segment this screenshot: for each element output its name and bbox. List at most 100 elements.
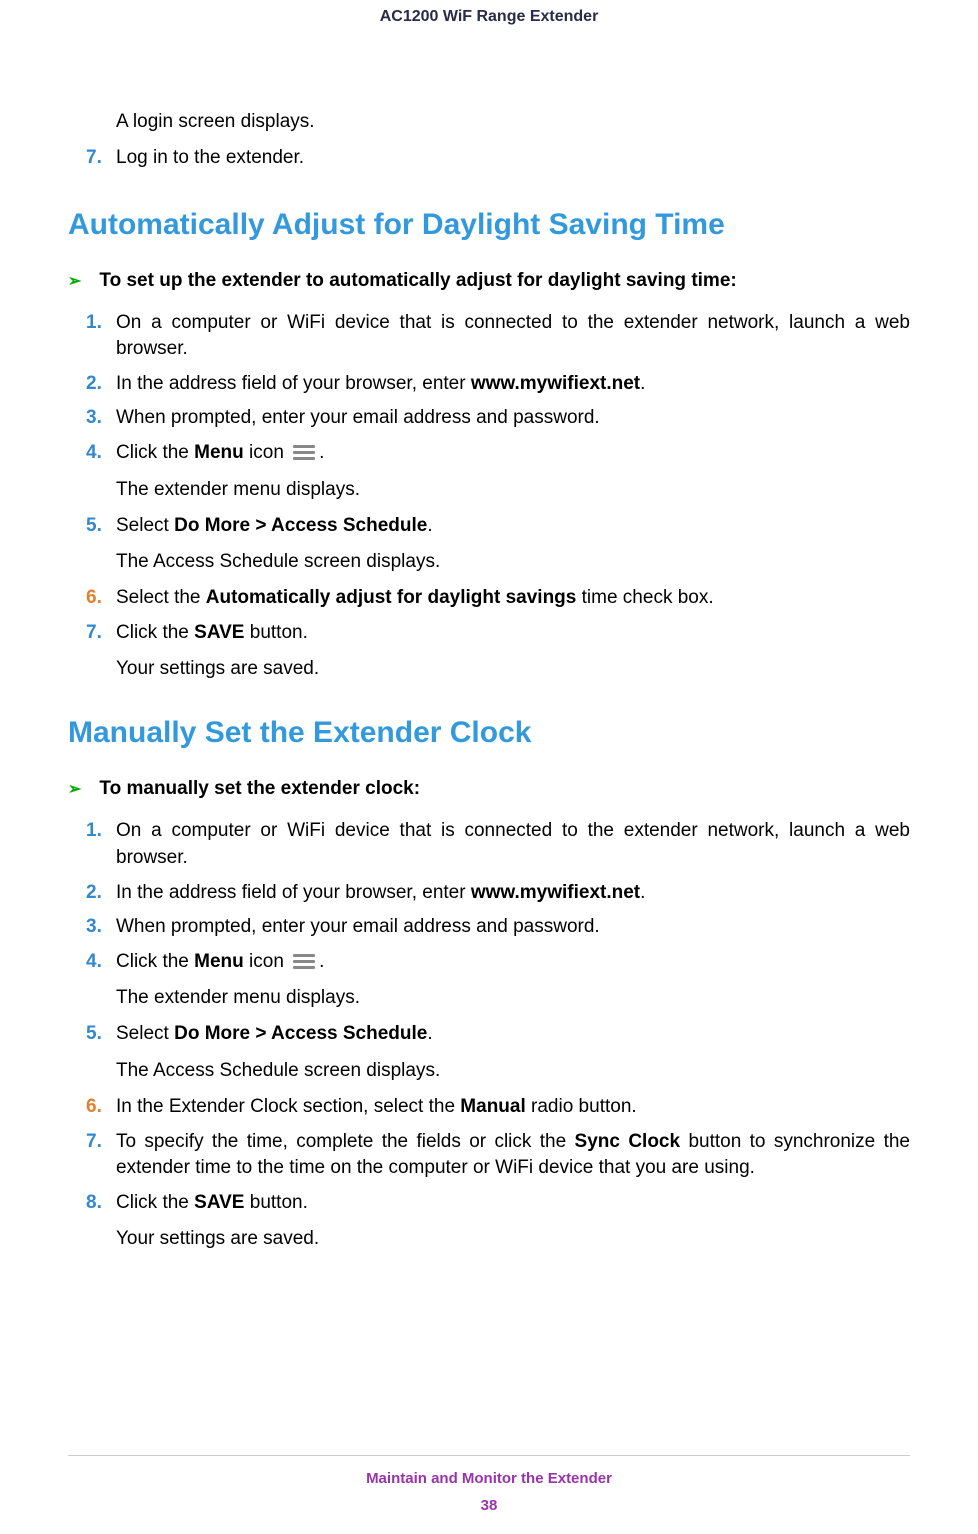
text-span: Select xyxy=(116,1023,174,1044)
hamburger-menu-icon xyxy=(293,954,315,970)
step-text: Log in to the extender. xyxy=(116,145,910,172)
step-item: 3. When prompted, enter your email addre… xyxy=(68,405,910,432)
step-text: Click the Menu icon . xyxy=(116,949,910,976)
sub-text: The Access Schedule screen displays. xyxy=(116,1060,910,1082)
text-span: Select xyxy=(116,515,174,536)
step-text: When prompted, enter your email address … xyxy=(116,914,910,941)
step-text: On a computer or WiFi device that is con… xyxy=(116,310,910,363)
text-span: In the address field of your browser, en… xyxy=(116,373,471,394)
page-header: AC1200 WiF Range Extender xyxy=(0,0,978,111)
section-heading-manual-clock: Manually Set the Extender Clock xyxy=(68,716,910,750)
bold-save: SAVE xyxy=(194,1192,244,1213)
step-number: 6. xyxy=(86,1096,116,1118)
step-number: 2. xyxy=(86,373,116,395)
bold-save: SAVE xyxy=(194,622,244,643)
bold-sync: Sync Clock xyxy=(575,1131,681,1152)
step-number: 6. xyxy=(86,587,116,609)
text-span: Click the xyxy=(116,622,194,643)
step-number: 7. xyxy=(86,1131,116,1153)
step-item: 8. Click the SAVE button. xyxy=(68,1190,910,1217)
text-span: In the address field of your browser, en… xyxy=(116,882,471,903)
step-number: 7. xyxy=(86,147,116,169)
bold-url: www.mywifiext.net xyxy=(471,882,640,903)
page-number: 38 xyxy=(0,1497,978,1514)
intro-text: A login screen displays. xyxy=(116,111,910,133)
arrow-icon: ➢ xyxy=(68,779,81,799)
text-span: time check box. xyxy=(576,587,713,608)
bold-path: Do More > Access Schedule xyxy=(174,515,427,536)
bold-manual: Manual xyxy=(460,1096,525,1117)
step-number: 1. xyxy=(86,312,116,334)
step-item: 6. In the Extender Clock section, select… xyxy=(68,1094,910,1121)
step-text: Click the Menu icon . xyxy=(116,440,910,467)
step-text: In the Extender Clock section, select th… xyxy=(116,1094,910,1121)
step-number: 3. xyxy=(86,407,116,429)
step-number: 8. xyxy=(86,1192,116,1214)
step-item: 7. Log in to the extender. xyxy=(68,145,910,172)
text-span: . xyxy=(319,442,324,463)
step-text: Click the SAVE button. xyxy=(116,620,910,647)
text-span: radio button. xyxy=(526,1096,637,1117)
step-number: 5. xyxy=(86,515,116,537)
footer-divider xyxy=(68,1455,910,1456)
text-span: To specify the time, complete the fields… xyxy=(116,1131,575,1152)
text-span: . xyxy=(640,882,645,903)
step-number: 4. xyxy=(86,951,116,973)
bold-option: Automatically adjust for daylight saving… xyxy=(206,587,577,608)
step-text: Select Do More > Access Schedule. xyxy=(116,1021,910,1048)
bold-menu: Menu xyxy=(194,442,244,463)
step-item: 1. On a computer or WiFi device that is … xyxy=(68,310,910,363)
step-item: 3. When prompted, enter your email addre… xyxy=(68,914,910,941)
text-span: Click the xyxy=(116,442,194,463)
step-text: To specify the time, complete the fields… xyxy=(116,1129,910,1182)
bold-menu: Menu xyxy=(194,951,244,972)
arrow-icon: ➢ xyxy=(68,271,81,291)
step-number: 7. xyxy=(86,622,116,644)
task-heading: ➢ To set up the extender to automaticall… xyxy=(68,270,910,292)
text-span: In the Extender Clock section, select th… xyxy=(116,1096,460,1117)
step-item: 4. Click the Menu icon . xyxy=(68,440,910,467)
step-item: 6. Select the Automatically adjust for d… xyxy=(68,585,910,612)
sub-text: The extender menu displays. xyxy=(116,479,910,501)
step-text: In the address field of your browser, en… xyxy=(116,880,910,907)
step-text: On a computer or WiFi device that is con… xyxy=(116,818,910,871)
sub-text: Your settings are saved. xyxy=(116,658,910,680)
text-span: icon xyxy=(244,951,289,972)
step-number: 5. xyxy=(86,1023,116,1045)
sub-text: The extender menu displays. xyxy=(116,987,910,1009)
text-span: button. xyxy=(244,1192,307,1213)
text-span: . xyxy=(319,951,324,972)
task-heading: ➢ To manually set the extender clock: xyxy=(68,778,910,800)
step-text: Click the SAVE button. xyxy=(116,1190,910,1217)
task-text: To manually set the extender clock: xyxy=(99,778,420,800)
bold-url: www.mywifiext.net xyxy=(471,373,640,394)
step-item: 1. On a computer or WiFi device that is … xyxy=(68,818,910,871)
step-number: 3. xyxy=(86,916,116,938)
text-span: Select the xyxy=(116,587,206,608)
step-number: 4. xyxy=(86,442,116,464)
step-item: 7. To specify the time, complete the fie… xyxy=(68,1129,910,1182)
step-number: 1. xyxy=(86,820,116,842)
step-item: 4. Click the Menu icon . xyxy=(68,949,910,976)
section-heading-daylight: Automatically Adjust for Daylight Saving… xyxy=(68,208,910,242)
step-item: 2. In the address field of your browser,… xyxy=(68,371,910,398)
step-text: When prompted, enter your email address … xyxy=(116,405,910,432)
sub-text: Your settings are saved. xyxy=(116,1228,910,1250)
text-span: Click the xyxy=(116,951,194,972)
sub-text: The Access Schedule screen displays. xyxy=(116,551,910,573)
step-item: 7. Click the SAVE button. xyxy=(68,620,910,647)
text-span: . xyxy=(640,373,645,394)
text-span: . xyxy=(427,1023,432,1044)
step-item: 5. Select Do More > Access Schedule. xyxy=(68,1021,910,1048)
step-item: 5. Select Do More > Access Schedule. xyxy=(68,513,910,540)
task-text: To set up the extender to automatically … xyxy=(99,270,736,292)
step-text: In the address field of your browser, en… xyxy=(116,371,910,398)
hamburger-menu-icon xyxy=(293,445,315,461)
step-item: 2. In the address field of your browser,… xyxy=(68,880,910,907)
footer-title: Maintain and Monitor the Extender xyxy=(0,1470,978,1487)
page-footer: Maintain and Monitor the Extender 38 xyxy=(0,1455,978,1514)
text-span: . xyxy=(427,515,432,536)
main-content: A login screen displays. 7. Log in to th… xyxy=(0,111,978,1250)
step-text: Select the Automatically adjust for dayl… xyxy=(116,585,910,612)
step-text: Select Do More > Access Schedule. xyxy=(116,513,910,540)
